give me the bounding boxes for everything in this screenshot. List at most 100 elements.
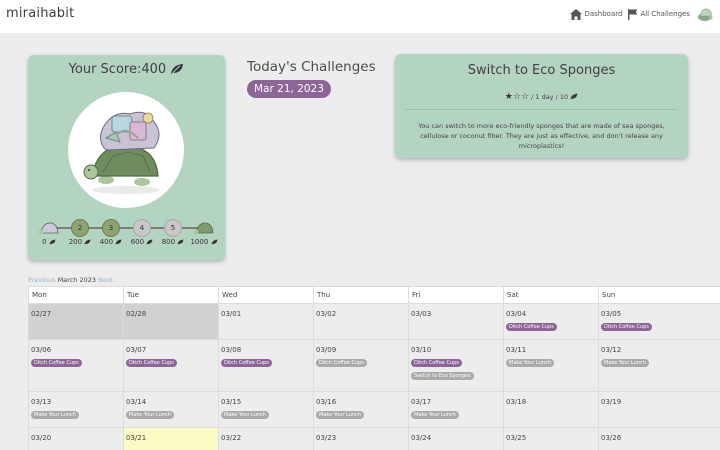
nav-all-challenges-link[interactable]: All Challenges — [628, 8, 690, 20]
calendar-prev-link[interactable]: Previous — [28, 276, 55, 284]
milestone-level-number: 2 — [77, 224, 83, 232]
calendar-day-cell[interactable]: 03/24 — [408, 427, 504, 450]
milestone-points-label: 1000 — [184, 238, 224, 246]
calendar-day-cell[interactable]: 02/27 — [28, 303, 124, 340]
calendar-week-row: 03/06 Ditch Coffee Cups 03/07 Ditch Coffee … — [28, 339, 720, 392]
calendar-day-cell[interactable]: 03/03 — [408, 303, 504, 340]
calendar-day-cell[interactable]: 03/20 — [28, 427, 124, 450]
challenge-event-tag[interactable]: Ditch Coffee Cups — [126, 359, 177, 367]
calendar-day-number: 03/20 — [31, 434, 52, 442]
challenge-event-tag[interactable]: Ditch Coffee Cups — [31, 359, 82, 367]
calendar-day-number: 03/16 — [316, 398, 337, 406]
brand-logo-text[interactable]: miraihabit — [6, 6, 74, 21]
calendar-day-cell[interactable]: 03/01 — [218, 303, 314, 340]
leaf-icon — [171, 64, 184, 75]
challenge-description: You can switch to more eco-friendly spon… — [418, 122, 665, 150]
milestone-level-start — [38, 219, 60, 237]
calendar-day-cell[interactable]: 03/10 Ditch Coffee Cups Switch to Eco Spon… — [408, 339, 504, 392]
challenge-event-tag[interactable]: Switch to Eco Sponges — [411, 372, 474, 380]
challenge-event-tag[interactable]: Make Your Lunch — [221, 411, 269, 419]
calendar-day-cell[interactable]: 03/04 Ditch Coffee Cups — [503, 303, 599, 340]
calendar-next-link[interactable]: Next — [98, 276, 113, 284]
challenge-event-tag[interactable]: Make Your Lunch — [506, 359, 554, 367]
calendar-week-row: 03/13 Make Your Lunch 03/14 Make Your Lunch… — [28, 391, 720, 428]
calendar-day-events: Make Your Lunch — [316, 406, 406, 419]
challenge-card[interactable]: Switch to Eco Sponges ★☆☆ / 1 day / 10 Y… — [395, 54, 688, 158]
calendar-day-cell[interactable]: 03/26 — [598, 427, 720, 450]
calendar-day-cell[interactable]: 03/14 Make Your Lunch — [123, 391, 219, 428]
weekday-header: Thu — [313, 286, 409, 304]
home-icon — [570, 8, 583, 20]
calendar-day-cell[interactable]: 02/28 — [123, 303, 219, 340]
leaf-icon — [570, 93, 578, 100]
calendar-day-cell[interactable]: 03/11 Make Your Lunch — [503, 339, 599, 392]
challenge-event-tag[interactable]: Make Your Lunch — [601, 359, 649, 367]
challenge-event-tag[interactable]: Ditch Coffee Cups — [601, 323, 652, 331]
calendar-day-events: Ditch Coffee Cups — [221, 354, 311, 367]
challenge-event-tag[interactable]: Ditch Coffee Cups — [411, 359, 462, 367]
challenge-event-tag[interactable]: Ditch Coffee Cups — [506, 323, 557, 331]
calendar-day-number: 03/17 — [411, 398, 432, 406]
calendar-day-cell[interactable]: 03/13 Make Your Lunch — [28, 391, 124, 428]
flag-icon — [628, 8, 638, 20]
calendar-day-cell[interactable]: 03/09 Ditch Coffee Cups — [313, 339, 409, 392]
calendar-day-number: 03/13 — [31, 398, 52, 406]
calendar-day-number: 03/24 — [411, 434, 432, 442]
calendar-day-events: Ditch Coffee Cups — [316, 354, 406, 367]
calendar-day-cell[interactable]: 03/07 Ditch Coffee Cups — [123, 339, 219, 392]
calendar-day-cell[interactable]: 03/25 — [503, 427, 599, 450]
weekday-header: Fri — [408, 286, 504, 304]
milestone-level-max — [193, 219, 215, 237]
challenge-event-tag[interactable]: Make Your Lunch — [126, 411, 174, 419]
milestone-level-3: 3 — [102, 219, 120, 237]
today-date-badge: Mar 21, 2023 — [247, 80, 331, 98]
challenge-event-tag[interactable]: Ditch Coffee Cups — [316, 359, 367, 367]
challenge-event-tag[interactable]: Ditch Coffee Cups — [221, 359, 272, 367]
challenge-frequency: / 1 day / 10 — [531, 93, 569, 101]
calendar-day-cell[interactable]: 03/12 Make Your Lunch — [598, 339, 720, 392]
calendar-day-cell[interactable]: 03/21 — [123, 427, 219, 450]
nav-dashboard-link[interactable]: Dashboard — [570, 8, 623, 20]
challenge-event-tag[interactable]: Make Your Lunch — [316, 411, 364, 419]
calendar-day-number: 03/18 — [506, 398, 527, 406]
calendar-day-cell[interactable]: 03/18 — [503, 391, 599, 428]
calendar-day-number: 03/11 — [506, 346, 527, 354]
calendar-day-cell[interactable]: 03/05 Ditch Coffee Cups — [598, 303, 720, 340]
calendar-day-number: 02/28 — [126, 310, 147, 318]
turtle-image-frame — [68, 92, 184, 208]
nav-all-challenges-label: All Challenges — [640, 10, 690, 18]
calendar-body: 02/27 02/28 03/01 03/02 03/03 03/04 Ditch Coff… — [28, 303, 720, 450]
calendar-day-cell[interactable]: 03/22 — [218, 427, 314, 450]
star-empty-icon: ☆ — [520, 92, 530, 102]
calendar-day-number: 03/05 — [601, 310, 622, 318]
calendar-day-cell[interactable]: 03/15 Make Your Lunch — [218, 391, 314, 428]
challenge-event-tag[interactable]: Make Your Lunch — [411, 411, 459, 419]
turtle-avatar-icon[interactable] — [696, 5, 714, 23]
calendar-day-cell[interactable]: 03/17 Make Your Lunch — [408, 391, 504, 428]
calendar-day-cell[interactable]: 03/19 — [598, 391, 720, 428]
milestone-level-number: 3 — [108, 224, 114, 232]
calendar-day-cell[interactable]: 03/08 Ditch Coffee Cups — [218, 339, 314, 392]
calendar-nav: Previous March 2023 Next — [28, 276, 113, 284]
score-card: Your Score:400 0 2 200 3 400 4 600 5 800 100… — [28, 55, 225, 260]
milestone-level-5: 5 — [164, 219, 182, 237]
challenge-event-tag[interactable]: Make Your Lunch — [31, 411, 79, 419]
weekday-header: Tue — [123, 286, 219, 304]
score-title-row: Your Score:400 — [28, 62, 225, 77]
top-nav: Dashboard All Challenges — [570, 5, 714, 23]
star-empty-icon: ☆ — [512, 92, 521, 102]
calendar-day-cell[interactable]: 03/16 Make Your Lunch — [313, 391, 409, 428]
calendar-day-events: Make Your Lunch — [411, 406, 501, 419]
turtle-badge-icon — [38, 222, 59, 235]
calendar-day-cell[interactable]: 03/02 — [313, 303, 409, 340]
calendar-day-cell[interactable]: 03/06 Ditch Coffee Cups — [28, 339, 124, 392]
weekday-header: Wed — [218, 286, 314, 304]
turtle-badge-icon — [193, 222, 214, 235]
calendar-day-events: Make Your Lunch — [506, 354, 596, 367]
score-title: Your Score:400 — [68, 62, 167, 77]
calendar-weekday-row: Mon Tue Wed Thu Fri Sat Sun — [28, 286, 720, 304]
weekday-header: Sun — [598, 286, 720, 304]
nav-dashboard-label: Dashboard — [584, 10, 623, 18]
calendar-day-cell[interactable]: 03/23 — [313, 427, 409, 450]
top-bar: miraihabit Dashboard All Challenges — [0, 0, 720, 33]
